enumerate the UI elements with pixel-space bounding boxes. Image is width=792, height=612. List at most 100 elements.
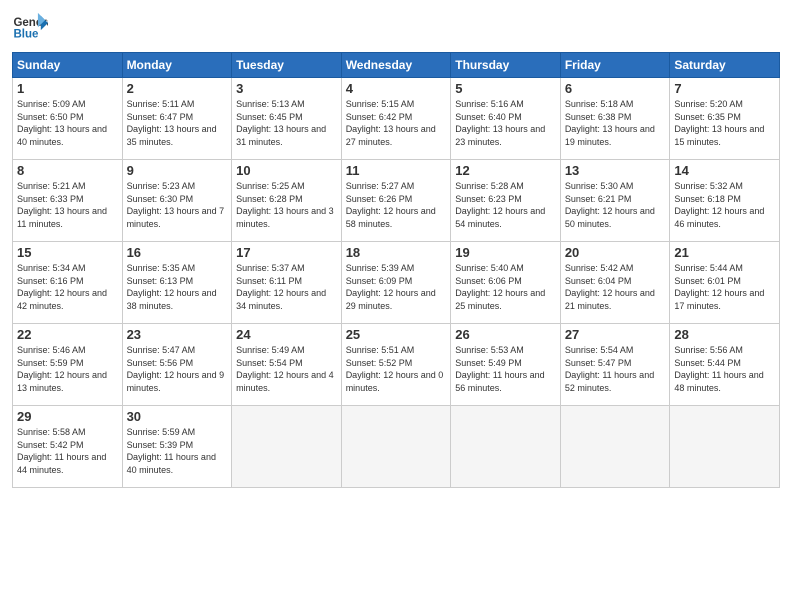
day-info: Sunrise: 5:30 AMSunset: 6:21 PMDaylight:… <box>565 180 666 230</box>
weekday-header-cell: Tuesday <box>232 53 342 78</box>
calendar-week-row: 15 Sunrise: 5:34 AMSunset: 6:16 PMDayligh… <box>13 242 780 324</box>
day-info: Sunrise: 5:09 AMSunset: 6:50 PMDaylight:… <box>17 98 118 148</box>
calendar-day-cell: 28Sunrise: 5:56 AMSunset: 5:44 PMDayligh… <box>670 324 780 406</box>
calendar-day-cell: 9Sunrise: 5:23 AMSunset: 6:30 PMDaylight… <box>122 160 232 242</box>
day-info: Sunrise: 5:40 AMSunset: 6:06 PMDaylight:… <box>455 262 556 312</box>
calendar-day-cell: 10 Sunrise: 5:25 AMSunset: 6:28 PMDayligh… <box>232 160 342 242</box>
day-info: Sunrise: 5:47 AMSunset: 5:56 PMDaylight:… <box>127 344 228 394</box>
day-number: 13 <box>565 163 666 178</box>
day-number: 25 <box>346 327 447 342</box>
calendar-day-cell: 20 Sunrise: 5:42 AMSunset: 6:04 PMDayligh… <box>560 242 670 324</box>
calendar-day-cell: 3 Sunrise: 5:13 AMSunset: 6:45 PMDaylight… <box>232 78 342 160</box>
day-number: 28 <box>674 327 775 342</box>
day-number: 4 <box>346 81 447 96</box>
day-number: 26 <box>455 327 556 342</box>
day-info: Sunrise: 5:32 AMSunset: 6:18 PMDaylight:… <box>674 180 775 230</box>
day-info: Sunrise: 5:20 AMSunset: 6:35 PMDaylight:… <box>674 98 775 148</box>
calendar-day-cell: 4 Sunrise: 5:15 AMSunset: 6:42 PMDaylight… <box>341 78 451 160</box>
page-container: General Blue SundayMondayTuesdayWednesda… <box>0 0 792 498</box>
day-info: Sunrise: 5:15 AMSunset: 6:42 PMDaylight:… <box>346 98 447 148</box>
calendar-day-cell <box>341 406 451 488</box>
calendar-day-cell: 16Sunrise: 5:35 AMSunset: 6:13 PMDayligh… <box>122 242 232 324</box>
day-info: Sunrise: 5:35 AMSunset: 6:13 PMDaylight:… <box>127 262 228 312</box>
weekday-header-cell: Wednesday <box>341 53 451 78</box>
day-number: 6 <box>565 81 666 96</box>
day-info: Sunrise: 5:25 AMSunset: 6:28 PMDaylight:… <box>236 180 337 230</box>
day-info: Sunrise: 5:58 AMSunset: 5:42 PMDaylight:… <box>17 426 118 476</box>
day-info: Sunrise: 5:11 AMSunset: 6:47 PMDaylight:… <box>127 98 228 148</box>
calendar-week-row: 1 Sunrise: 5:09 AMSunset: 6:50 PMDaylight… <box>13 78 780 160</box>
calendar-table: SundayMondayTuesdayWednesdayThursdayFrid… <box>12 52 780 488</box>
weekday-header-cell: Sunday <box>13 53 123 78</box>
day-number: 14 <box>674 163 775 178</box>
calendar-day-cell <box>560 406 670 488</box>
calendar-day-cell: 27 Sunrise: 5:54 AMSunset: 5:47 PMDayligh… <box>560 324 670 406</box>
calendar-day-cell: 21 Sunrise: 5:44 AMSunset: 6:01 PMDayligh… <box>670 242 780 324</box>
calendar-week-row: 8Sunrise: 5:21 AMSunset: 6:33 PMDaylight… <box>13 160 780 242</box>
day-number: 11 <box>346 163 447 178</box>
logo-icon: General Blue <box>12 10 48 46</box>
weekday-header-row: SundayMondayTuesdayWednesdayThursdayFrid… <box>13 53 780 78</box>
day-info: Sunrise: 5:53 AMSunset: 5:49 PMDaylight:… <box>455 344 556 394</box>
day-number: 18 <box>346 245 447 260</box>
day-number: 2 <box>127 81 228 96</box>
calendar-day-cell: 1 Sunrise: 5:09 AMSunset: 6:50 PMDaylight… <box>13 78 123 160</box>
day-info: Sunrise: 5:54 AMSunset: 5:47 PMDaylight:… <box>565 344 666 394</box>
calendar-day-cell: 6 Sunrise: 5:18 AMSunset: 6:38 PMDaylight… <box>560 78 670 160</box>
day-number: 24 <box>236 327 337 342</box>
day-info: Sunrise: 5:49 AMSunset: 5:54 PMDaylight:… <box>236 344 337 394</box>
calendar-day-cell <box>232 406 342 488</box>
calendar-day-cell: 23 Sunrise: 5:47 AMSunset: 5:56 PMDayligh… <box>122 324 232 406</box>
calendar-day-cell <box>670 406 780 488</box>
calendar-week-row: 22 Sunrise: 5:46 AMSunset: 5:59 PMDayligh… <box>13 324 780 406</box>
day-number: 8 <box>17 163 118 178</box>
day-info: Sunrise: 5:27 AMSunset: 6:26 PMDaylight:… <box>346 180 447 230</box>
calendar-day-cell: 17Sunrise: 5:37 AMSunset: 6:11 PMDayligh… <box>232 242 342 324</box>
weekday-header-cell: Monday <box>122 53 232 78</box>
weekday-header-cell: Saturday <box>670 53 780 78</box>
calendar-day-cell: 5Sunrise: 5:16 AMSunset: 6:40 PMDaylight… <box>451 78 561 160</box>
calendar-body: 1 Sunrise: 5:09 AMSunset: 6:50 PMDaylight… <box>13 78 780 488</box>
day-number: 3 <box>236 81 337 96</box>
calendar-day-cell <box>451 406 561 488</box>
calendar-day-cell: 14 Sunrise: 5:32 AMSunset: 6:18 PMDayligh… <box>670 160 780 242</box>
day-info: Sunrise: 5:18 AMSunset: 6:38 PMDaylight:… <box>565 98 666 148</box>
day-number: 5 <box>455 81 556 96</box>
svg-text:Blue: Blue <box>13 28 39 40</box>
day-info: Sunrise: 5:46 AMSunset: 5:59 PMDaylight:… <box>17 344 118 394</box>
day-info: Sunrise: 5:42 AMSunset: 6:04 PMDaylight:… <box>565 262 666 312</box>
weekday-header-cell: Thursday <box>451 53 561 78</box>
day-number: 20 <box>565 245 666 260</box>
calendar-day-cell: 30Sunrise: 5:59 AMSunset: 5:39 PMDayligh… <box>122 406 232 488</box>
day-info: Sunrise: 5:13 AMSunset: 6:45 PMDaylight:… <box>236 98 337 148</box>
day-number: 12 <box>455 163 556 178</box>
day-number: 27 <box>565 327 666 342</box>
day-number: 10 <box>236 163 337 178</box>
calendar-day-cell: 19 Sunrise: 5:40 AMSunset: 6:06 PMDayligh… <box>451 242 561 324</box>
day-info: Sunrise: 5:39 AMSunset: 6:09 PMDaylight:… <box>346 262 447 312</box>
day-info: Sunrise: 5:28 AMSunset: 6:23 PMDaylight:… <box>455 180 556 230</box>
calendar-day-cell: 11 Sunrise: 5:27 AMSunset: 6:26 PMDayligh… <box>341 160 451 242</box>
calendar-day-cell: 8Sunrise: 5:21 AMSunset: 6:33 PMDaylight… <box>13 160 123 242</box>
day-number: 19 <box>455 245 556 260</box>
day-number: 9 <box>127 163 228 178</box>
day-number: 23 <box>127 327 228 342</box>
calendar-day-cell: 26 Sunrise: 5:53 AMSunset: 5:49 PMDayligh… <box>451 324 561 406</box>
day-number: 15 <box>17 245 118 260</box>
day-number: 21 <box>674 245 775 260</box>
day-number: 17 <box>236 245 337 260</box>
day-info: Sunrise: 5:59 AMSunset: 5:39 PMDaylight:… <box>127 426 228 476</box>
calendar-day-cell: 29 Sunrise: 5:58 AMSunset: 5:42 PMDayligh… <box>13 406 123 488</box>
day-number: 29 <box>17 409 118 424</box>
page-header: General Blue <box>12 10 780 46</box>
day-info: Sunrise: 5:34 AMSunset: 6:16 PMDaylight:… <box>17 262 118 312</box>
day-number: 22 <box>17 327 118 342</box>
day-info: Sunrise: 5:44 AMSunset: 6:01 PMDaylight:… <box>674 262 775 312</box>
logo: General Blue <box>12 10 48 46</box>
calendar-day-cell: 24 Sunrise: 5:49 AMSunset: 5:54 PMDayligh… <box>232 324 342 406</box>
day-info: Sunrise: 5:51 AMSunset: 5:52 PMDaylight:… <box>346 344 447 394</box>
calendar-day-cell: 18 Sunrise: 5:39 AMSunset: 6:09 PMDayligh… <box>341 242 451 324</box>
day-number: 1 <box>17 81 118 96</box>
calendar-day-cell: 7Sunrise: 5:20 AMSunset: 6:35 PMDaylight… <box>670 78 780 160</box>
weekday-header-cell: Friday <box>560 53 670 78</box>
